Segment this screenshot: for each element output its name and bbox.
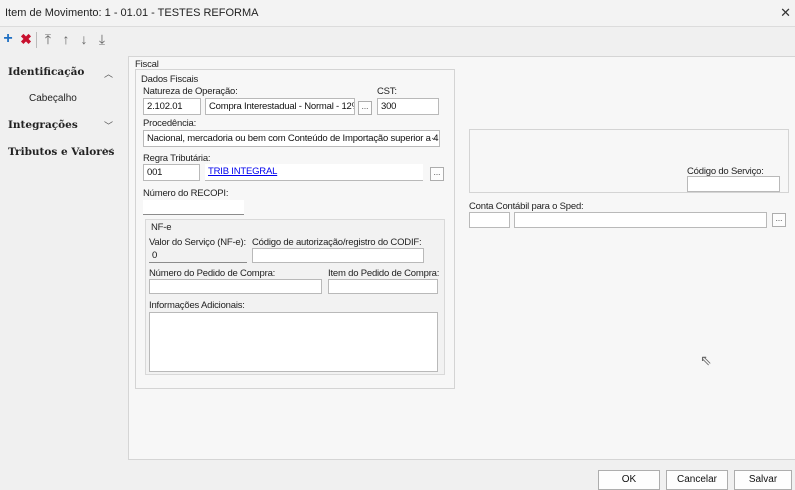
- conta-code-field[interactable]: [469, 212, 510, 228]
- regra-lookup-button[interactable]: ...: [430, 167, 444, 181]
- chevron-down-icon[interactable]: ﹀: [104, 146, 113, 159]
- codif-field[interactable]: [252, 248, 424, 263]
- valor-servico-field[interactable]: 0: [149, 248, 247, 263]
- move-first-icon[interactable]: ⤒: [40, 30, 56, 48]
- natureza-label: Natureza de Operação:: [143, 86, 238, 97]
- valor-servico-label: Valor do Serviço (NF-e):: [149, 237, 246, 248]
- procedencia-label: Procedência:: [143, 118, 197, 129]
- move-last-icon[interactable]: ⤓: [94, 30, 110, 48]
- conta-contabil-label: Conta Contábil para o Sped:: [469, 201, 584, 212]
- chevron-down-icon[interactable]: ﹀: [104, 119, 113, 132]
- info-label: Informações Adicionais:: [149, 300, 245, 311]
- natureza-code-field[interactable]: 2.102.01: [143, 98, 201, 115]
- chevron-up-icon[interactable]: ︿: [104, 67, 113, 80]
- natureza-desc-field[interactable]: Compra Interestadual - Normal - 12%: [205, 98, 355, 115]
- sidebar-item-identificacao[interactable]: Identificação: [8, 66, 84, 78]
- chevron-down-icon[interactable]: ⌄: [430, 132, 438, 143]
- info-textarea[interactable]: [149, 312, 438, 372]
- close-icon[interactable]: ✕: [780, 5, 791, 21]
- procedencia-select[interactable]: Nacional, mercadoria ou bem com Conteúdo…: [143, 130, 440, 147]
- conta-desc-field[interactable]: [514, 212, 767, 228]
- regra-desc-link[interactable]: TRIB INTEGRAL: [205, 164, 423, 181]
- item-pedido-label: Item do Pedido de Compra:: [328, 268, 440, 279]
- nfe-label: NF-e: [151, 222, 172, 233]
- regra-code-field[interactable]: 001: [143, 164, 200, 181]
- sidebar-item-tributos-valores[interactable]: Tributos e Valores: [8, 146, 114, 158]
- plus-icon[interactable]: +: [0, 30, 16, 48]
- sidebar-subitem-cabecalho[interactable]: Cabeçalho: [29, 93, 77, 104]
- conta-lookup-button[interactable]: ...: [772, 213, 786, 227]
- move-down-icon[interactable]: ↓: [76, 30, 92, 48]
- item-pedido-field[interactable]: [328, 279, 438, 294]
- ok-button[interactable]: OK: [598, 470, 660, 490]
- window-title: Item de Movimento: 1 - 01.01 - TESTES RE…: [5, 7, 259, 19]
- sidebar-item-integracoes[interactable]: Integrações: [8, 119, 78, 131]
- recopi-field[interactable]: [143, 200, 244, 215]
- pedido-label: Número do Pedido de Compra:: [149, 268, 276, 279]
- x-icon[interactable]: ✖: [18, 30, 34, 48]
- toolbar-divider: [36, 32, 37, 48]
- codif-label: Código de autorização/registro do CODIF:: [252, 237, 422, 248]
- codigo-servico-field[interactable]: [687, 176, 780, 192]
- title-bar: Item de Movimento: 1 - 01.01 - TESTES RE…: [0, 0, 795, 27]
- recopi-label: Número do RECOPI:: [143, 188, 229, 199]
- mouse-cursor-icon: ⇖: [700, 352, 712, 368]
- toolbar: + ✖ ⤒ ↑ ↓ ⤓: [0, 30, 200, 52]
- pedido-field[interactable]: [149, 279, 322, 294]
- cst-field[interactable]: 300: [377, 98, 439, 115]
- regra-label: Regra Tributária:: [143, 153, 211, 164]
- move-up-icon[interactable]: ↑: [58, 30, 74, 48]
- cancel-button[interactable]: Cancelar: [666, 470, 728, 490]
- cst-label: CST:: [377, 86, 397, 97]
- dados-fiscais-label: Dados Fiscais: [141, 74, 199, 85]
- save-button[interactable]: Salvar: [734, 470, 792, 490]
- natureza-lookup-button[interactable]: ...: [358, 101, 372, 115]
- content-panel: Fiscal Dados Fiscais Natureza de Operaçã…: [128, 56, 795, 460]
